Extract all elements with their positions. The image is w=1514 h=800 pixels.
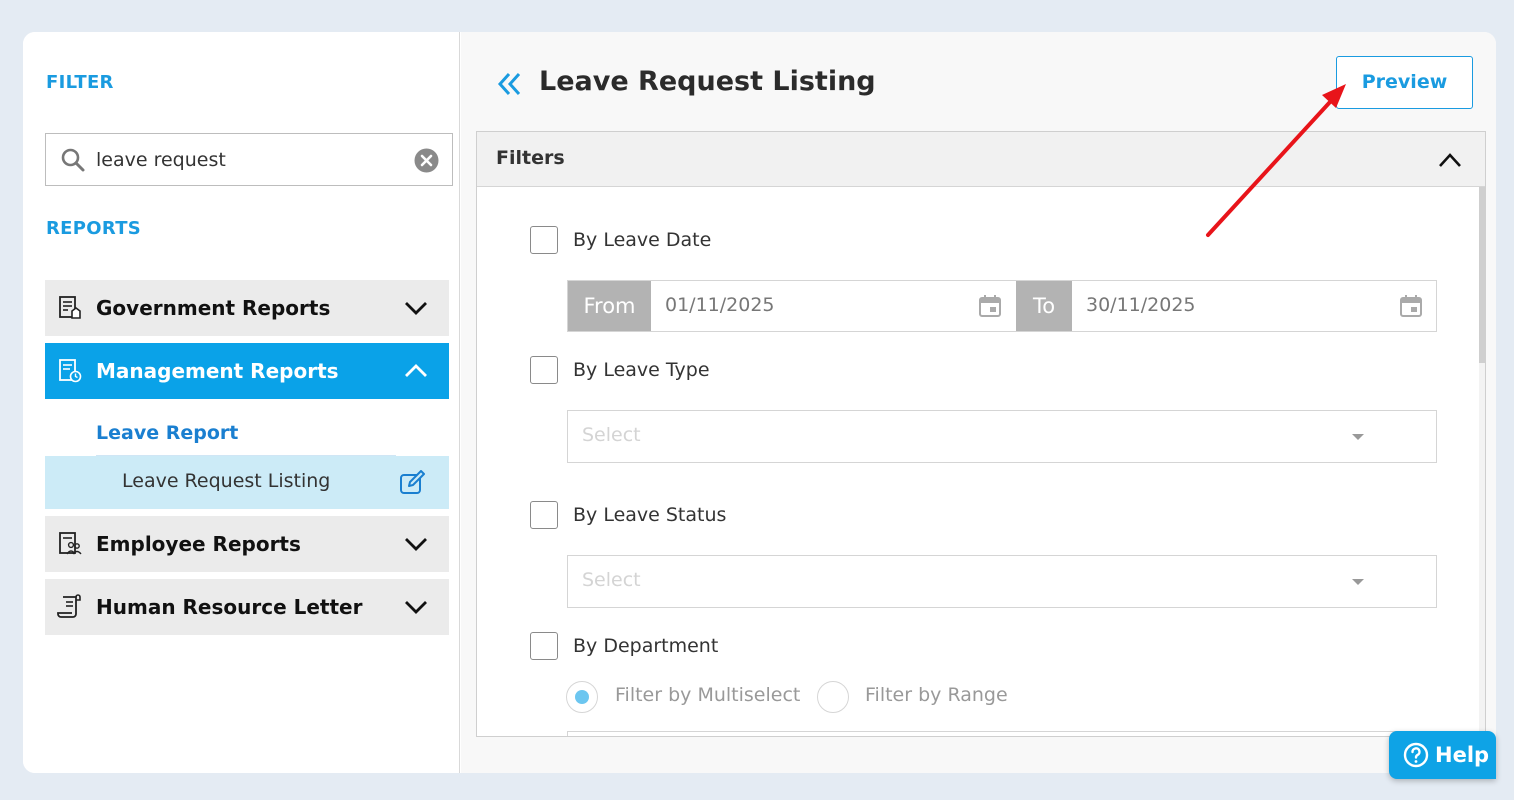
help-label: Help: [1435, 743, 1490, 767]
leave-date-checkbox[interactable]: [530, 226, 558, 254]
page-title: Leave Request Listing: [539, 66, 876, 97]
search-input[interactable]: [96, 144, 396, 176]
department-select-partial[interactable]: [567, 731, 1437, 736]
department-checkbox[interactable]: [530, 632, 558, 660]
category-management-reports[interactable]: Management Reports: [45, 343, 449, 399]
category-government-reports[interactable]: Government Reports: [45, 280, 449, 336]
leave-type-label: By Leave Type: [573, 359, 710, 381]
sub-group-leave-report[interactable]: Leave Report: [96, 422, 238, 444]
scroll-letter-icon: [57, 594, 81, 618]
select-placeholder: Select: [582, 424, 641, 446]
to-date-input[interactable]: 30/11/2025: [1086, 294, 1196, 316]
from-addon: From: [568, 281, 651, 331]
category-human-resource-letter[interactable]: Human Resource Letter: [45, 579, 449, 635]
help-button[interactable]: Help: [1389, 731, 1496, 779]
multiselect-radio-label: Filter by Multiselect: [615, 684, 801, 706]
leave-date-label: By Leave Date: [573, 229, 712, 251]
caret-down-icon: [1352, 579, 1364, 585]
double-chevron-left-icon[interactable]: [497, 71, 523, 97]
edit-icon[interactable]: [399, 470, 427, 496]
leave-date-range: From 01/11/2025 To 30/11/2025: [567, 280, 1437, 332]
scrollbar-thumb[interactable]: [1479, 187, 1485, 363]
report-card: FILTER REPORTS Government Re: [23, 32, 1496, 773]
calendar-icon[interactable]: [1399, 294, 1423, 318]
leave-type-checkbox[interactable]: [530, 356, 558, 384]
chevron-down-icon: [405, 601, 427, 614]
report-people-icon: [59, 532, 82, 555]
chevron-up-icon[interactable]: [1437, 151, 1463, 169]
multiselect-radio[interactable]: [566, 681, 598, 713]
from-date-input[interactable]: 01/11/2025: [665, 294, 775, 316]
chevron-down-icon: [405, 302, 427, 315]
report-search: [45, 133, 453, 186]
preview-button[interactable]: Preview: [1336, 56, 1473, 109]
range-radio-label: Filter by Range: [865, 684, 1008, 706]
leave-type-select[interactable]: Select: [567, 410, 1437, 463]
report-sidebar: FILTER REPORTS Government Re: [23, 32, 460, 773]
reports-title: REPORTS: [46, 218, 142, 239]
select-placeholder: Select: [582, 569, 641, 591]
category-label: Government Reports: [96, 296, 331, 320]
leave-status-label: By Leave Status: [573, 504, 727, 526]
category-label: Human Resource Letter: [96, 595, 363, 619]
category-label: Employee Reports: [96, 532, 301, 556]
leave-status-select[interactable]: Select: [567, 555, 1437, 608]
chevron-up-icon: [405, 364, 427, 377]
report-content: Leave Request Listing Preview Filters By…: [461, 32, 1496, 773]
filters-scrollbar[interactable]: [1479, 187, 1485, 736]
department-label: By Department: [573, 635, 719, 657]
caret-down-icon: [1352, 434, 1364, 440]
filter-title: FILTER: [46, 72, 114, 93]
category-employee-reports[interactable]: Employee Reports: [45, 516, 449, 572]
filters-title: Filters: [496, 147, 565, 169]
filters-header[interactable]: Filters: [477, 132, 1485, 187]
report-item-leave-request-listing[interactable]: Leave Request Listing: [45, 456, 449, 509]
leave-status-checkbox[interactable]: [530, 501, 558, 529]
category-label: Management Reports: [96, 359, 339, 383]
report-clock-icon: [59, 359, 82, 383]
to-addon: To: [1016, 281, 1072, 331]
search-icon: [61, 148, 85, 172]
chevron-down-icon: [405, 538, 427, 551]
clear-search-icon[interactable]: [414, 148, 439, 173]
report-item-label: Leave Request Listing: [122, 470, 331, 492]
report-document-icon: [59, 296, 81, 319]
filters-panel: Filters By Leave Date From 01/11/2025 To…: [476, 131, 1486, 737]
calendar-icon[interactable]: [978, 294, 1002, 318]
range-radio[interactable]: [817, 681, 849, 713]
question-circle-icon: [1403, 742, 1429, 768]
